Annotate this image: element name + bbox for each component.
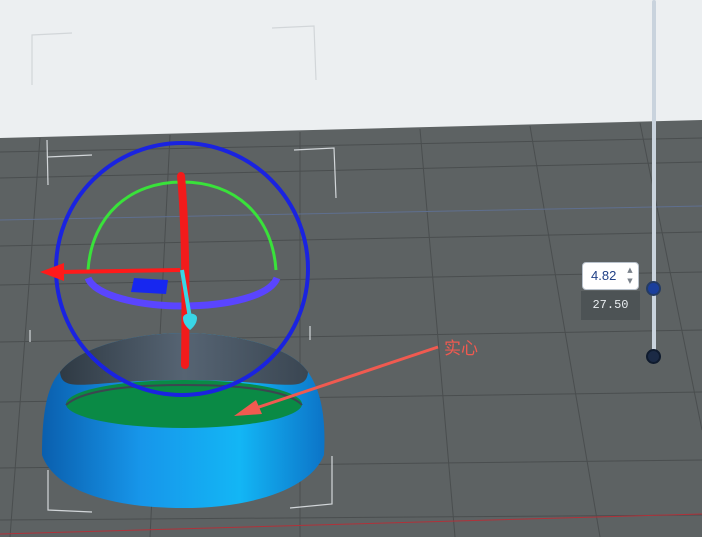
chevron-down-icon[interactable]: ▼ [626, 276, 634, 286]
layer-slider-handle-bottom[interactable] [646, 349, 661, 364]
3d-viewport[interactable]: 实心 4.82 ▲ ▼ 27.50 [0, 0, 702, 537]
layer-slider-handle-top[interactable] [646, 281, 661, 296]
layer-height-value[interactable]: 4.82 [591, 268, 616, 283]
chevron-up-icon[interactable]: ▲ [626, 265, 634, 275]
stepper-arrows: ▲ ▼ [626, 265, 634, 287]
move-plane-handle[interactable] [131, 278, 168, 294]
annotation-label: 实心 [444, 339, 478, 359]
move-x-arrow-shaft[interactable] [59, 268, 181, 274]
layer-height-stepper[interactable]: 4.82 ▲ ▼ [582, 262, 639, 290]
